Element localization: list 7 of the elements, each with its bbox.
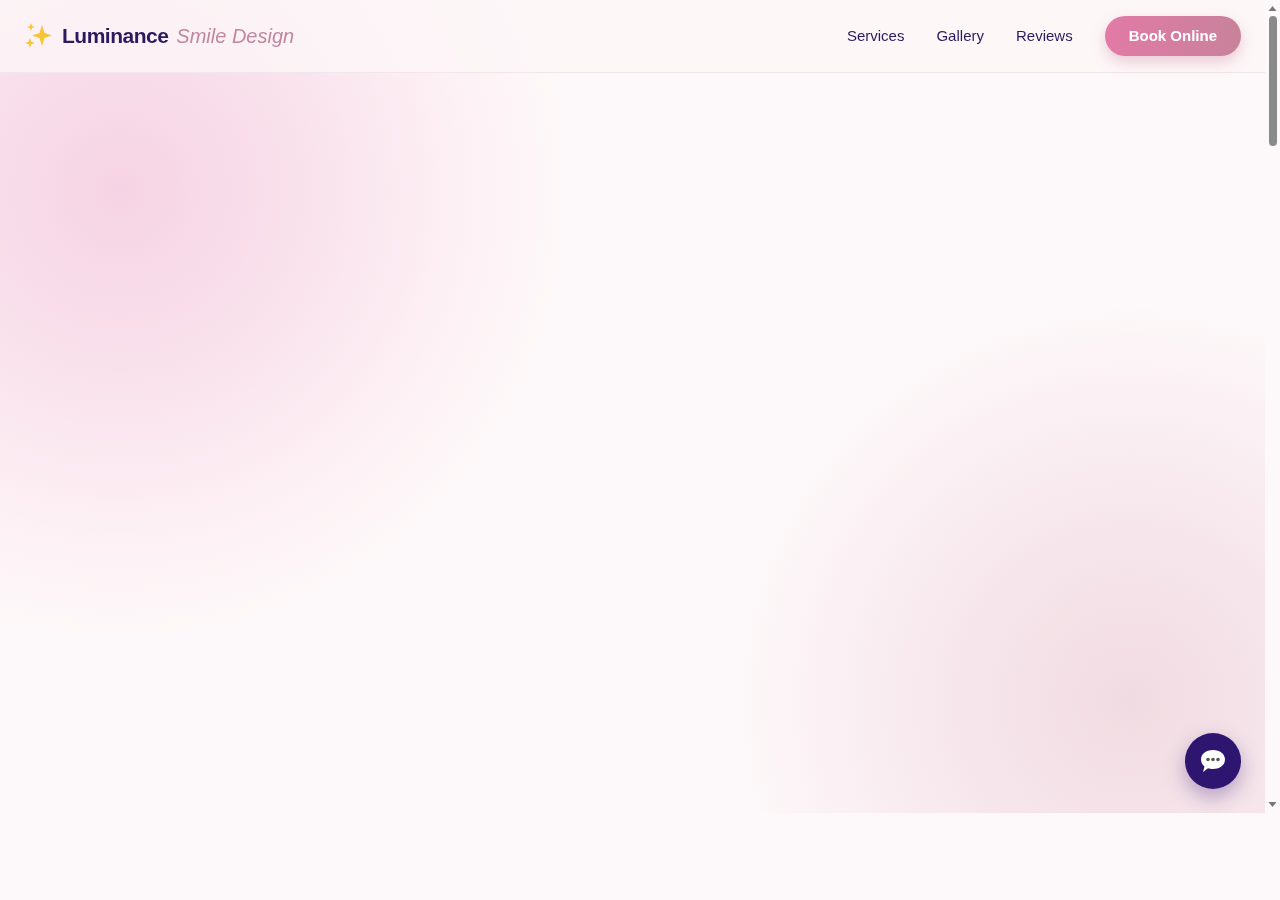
nav-link[interactable]: Reviews xyxy=(1015,24,1073,48)
scrollbar-thumb[interactable] xyxy=(1268,16,1277,146)
brand-tagline: Smile Design xyxy=(176,24,295,49)
chat-bubble-icon xyxy=(1199,748,1227,774)
nav-link[interactable]: Services xyxy=(846,24,905,48)
brand-name: Luminance xyxy=(62,23,169,50)
nav-link[interactable]: Gallery xyxy=(936,24,984,48)
